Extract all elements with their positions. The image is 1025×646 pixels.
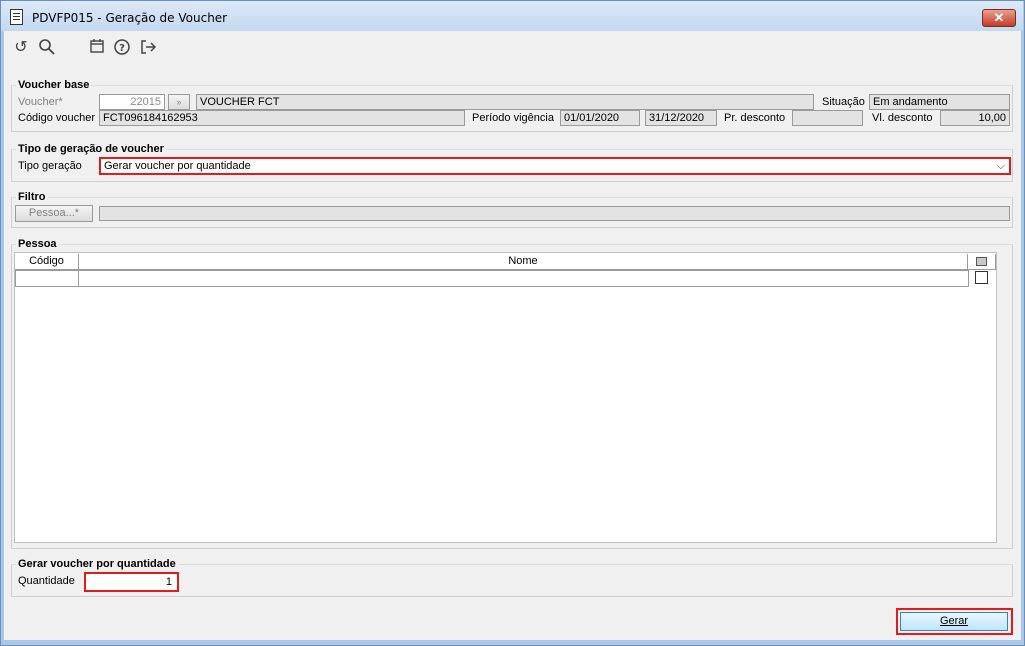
column-header-nome[interactable]: Nome [79,254,968,270]
gerar-button[interactable]: Gerar [900,612,1008,631]
pr-desconto-label: Pr. desconto [724,112,786,124]
column-header-select[interactable] [968,254,996,270]
pessoa-filter-field [99,206,1010,221]
lookup-icon: » [176,97,182,107]
quantidade-field[interactable]: 1 [84,572,179,592]
codigo-voucher-field: FCT096184162953 [99,110,465,126]
vl-desconto-label: Vl. desconto [872,112,933,124]
periodo-vigencia-label: Período vigência [472,112,554,124]
document-icon [10,9,23,25]
quantidade-title: Gerar voucher por quantidade [16,558,178,570]
filtro-title: Filtro [16,191,48,203]
exit-icon[interactable] [138,38,158,58]
pr-desconto-field [792,110,863,126]
quantidade-label: Quantidade [18,575,75,587]
tipo-geracao-label: Tipo geração [18,160,82,172]
voucher-label: Voucher* [18,96,63,108]
pessoa-button[interactable]: Pessoa...* [15,205,93,222]
close-button[interactable]: ✕ [982,9,1016,27]
codigo-voucher-label: Código voucher [18,112,96,124]
voucher-description-field: VOUCHER FCT [196,94,814,110]
filtro-line [11,197,1013,198]
periodo-fim-field: 31/12/2020 [645,110,717,126]
tipo-geracao-select[interactable]: Gerar voucher por quantidade ⌵ [99,157,1011,175]
voucher-base-title: Voucher base [16,79,92,91]
help-icon[interactable]: ? [112,38,132,58]
voucher-lookup-button[interactable]: » [168,94,190,110]
pessoa-grid[interactable] [14,252,997,543]
tipo-geracao-title: Tipo de geração de voucher [16,143,166,155]
table-row-cell-codigo[interactable] [15,270,79,287]
vl-desconto-field: 10,00 [940,110,1010,126]
periodo-inicio-field: 01/01/2020 [560,110,640,126]
table-row-cell-nome[interactable] [79,270,969,287]
chevron-down-icon: ⌵ [996,160,1005,172]
select-all-icon [976,257,987,266]
tipo-geracao-value: Gerar voucher por quantidade [104,160,251,172]
pessoa-title: Pessoa [16,238,59,250]
situacao-label: Situação [822,96,865,108]
search-icon[interactable] [37,38,57,58]
voucher-code-field[interactable]: 22015 [99,94,165,110]
refresh-icon[interactable]: ↺ [11,38,31,58]
voucher-base-line [11,85,1013,86]
column-header-codigo[interactable]: Código [15,254,79,270]
row-checkbox[interactable] [975,271,988,284]
svg-text:?: ? [119,43,125,54]
situacao-field: Em andamento [869,94,1010,110]
calendar-icon[interactable] [87,38,107,58]
pessoa-line [11,244,1013,245]
window-title: PDVFP015 - Geração de Voucher [32,11,228,25]
